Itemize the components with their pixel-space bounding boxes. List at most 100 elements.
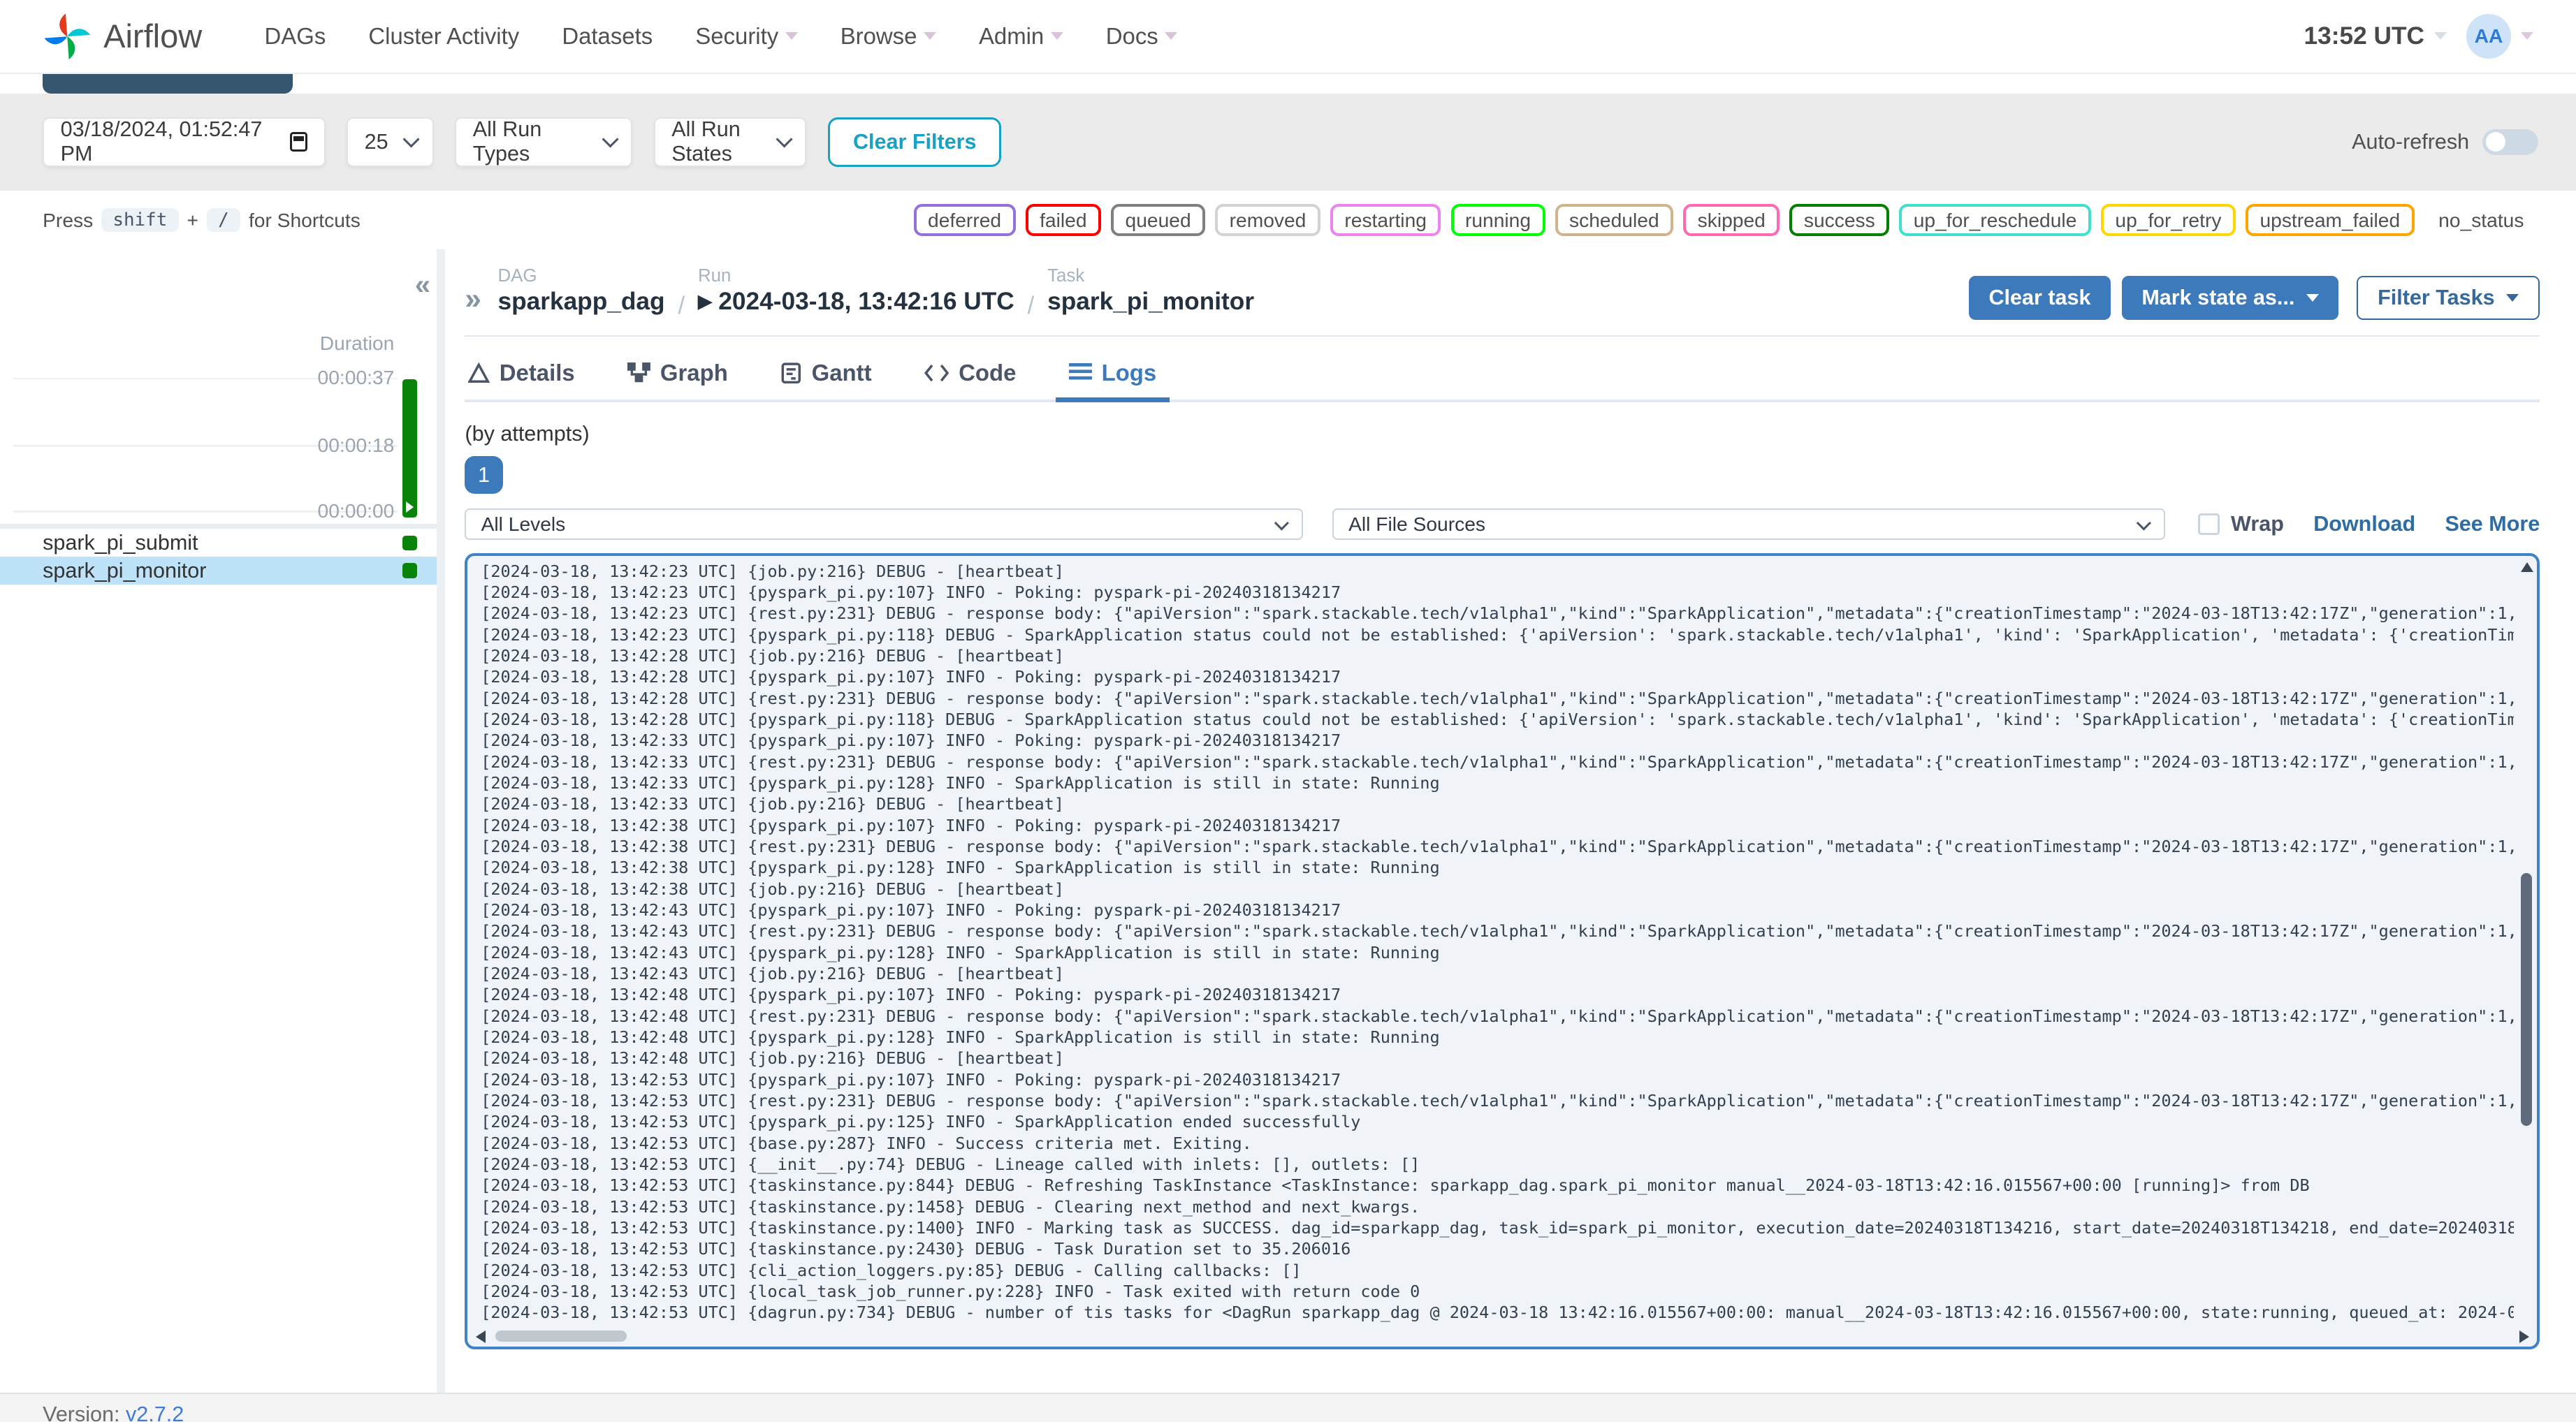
partially-hidden-button[interactable] [43, 73, 293, 94]
nav-item-docs[interactable]: Docs [1106, 23, 1178, 50]
nav-item-browse[interactable]: Browse [841, 23, 936, 50]
status-badge[interactable]: restarting [1330, 204, 1441, 236]
log-line: [2024-03-18, 13:42:53 UTC] {taskinstance… [481, 1175, 2310, 1196]
log-line: [2024-03-18, 13:42:38 UTC] {pyspark_pi.p… [481, 815, 1341, 835]
nav-item-security[interactable]: Security [695, 23, 798, 50]
base-date-input[interactable]: 03/18/2024, 01:52:47 PM [43, 117, 326, 167]
status-badge[interactable]: upstream_failed [2246, 204, 2415, 236]
avatar[interactable]: AA [2466, 14, 2511, 59]
log-line: [2024-03-18, 13:42:28 UTC] {job.py:216} … [481, 646, 1064, 666]
task-actions: Clear task Mark state as... Filter Tasks [1969, 275, 2540, 321]
clear-task-button[interactable]: Clear task [1969, 275, 2111, 321]
user-menu[interactable]: AA [2466, 14, 2533, 59]
nav-item-cluster-activity[interactable]: Cluster Activity [368, 23, 519, 50]
status-badge[interactable]: removed [1215, 204, 1320, 236]
vertical-scroll-thumb[interactable] [2520, 873, 2533, 1127]
log-line: [2024-03-18, 13:42:23 UTC] {pyspark_pi.p… [481, 582, 1341, 603]
mark-state-as-button[interactable]: Mark state as... [2122, 275, 2339, 321]
clear-filters-button[interactable]: Clear Filters [828, 117, 1002, 167]
status-badge[interactable]: up_for_retry [2100, 204, 2236, 236]
chevron-down-icon [1050, 32, 1063, 40]
status-badge[interactable]: success [1789, 204, 1890, 236]
wrap-group: Wrap [2198, 512, 2284, 536]
tab-graph[interactable]: Graph [624, 350, 731, 400]
chevron-down-icon [2506, 294, 2519, 302]
status-badge[interactable]: up_for_reschedule [1899, 204, 2091, 236]
utc-clock-dropdown[interactable]: 13:52 UTC [2304, 22, 2447, 50]
duration-tick: 00:00:18 [317, 433, 395, 456]
breadcrumb-run-label: Run [698, 265, 732, 286]
log-line: [2024-03-18, 13:42:23 UTC] {rest.py:231}… [481, 603, 2514, 624]
version-link[interactable]: v2.7.2 [126, 1402, 184, 1422]
log-levels-select[interactable]: All Levels [465, 508, 1303, 540]
log-line: [2024-03-18, 13:42:48 UTC] {pyspark_pi.p… [481, 1027, 1440, 1047]
scroll-right-icon[interactable] [2519, 1330, 2529, 1343]
collapse-sidebar-icon[interactable]: « [415, 270, 430, 301]
task-instance-square[interactable] [402, 535, 418, 550]
run-types-select[interactable]: All Run Types [455, 117, 633, 167]
scrolled-strip [0, 73, 2576, 94]
status-badge[interactable]: scheduled [1555, 204, 1674, 236]
tab-logs[interactable]: Logs [1055, 350, 1171, 403]
run-states-select[interactable]: All Run States [653, 117, 807, 167]
horizontal-scrollbar[interactable] [474, 1328, 2531, 1343]
main-content: « Duration 00:00:37 00:00:18 00:00:00 sp… [0, 249, 2576, 1393]
status-badge[interactable]: failed [1025, 204, 1101, 236]
chevron-down-icon [2306, 294, 2319, 302]
log-line: [2024-03-18, 13:42:33 UTC] {job.py:216} … [481, 794, 1064, 814]
chevron-down-icon [785, 32, 798, 40]
grid-sidebar: « Duration 00:00:37 00:00:18 00:00:00 sp… [0, 249, 437, 1393]
gantt-icon [781, 362, 801, 383]
graph-icon [627, 362, 650, 382]
sidebar-panel-divider[interactable] [437, 249, 446, 1393]
num-runs-select[interactable]: 25 [347, 117, 434, 167]
log-line: [2024-03-18, 13:42:53 UTC] {rest.py:231}… [481, 1090, 2514, 1111]
wrap-checkbox[interactable] [2198, 513, 2220, 535]
nav-item-datasets[interactable]: Datasets [562, 23, 653, 50]
nav-item-dags[interactable]: DAGs [265, 23, 326, 50]
tab-details[interactable]: Details [465, 350, 578, 400]
breadcrumb-run-value[interactable]: ▶ 2024-03-18, 13:42:16 UTC [698, 288, 1014, 316]
log-line: [2024-03-18, 13:42:28 UTC] {pyspark_pi.p… [481, 667, 1341, 687]
duration-tick: 00:00:37 [317, 366, 395, 389]
scroll-left-icon[interactable] [476, 1330, 486, 1343]
horizontal-scroll-thumb[interactable] [495, 1330, 627, 1342]
status-legend: deferred failed queued removed restartin… [913, 204, 2538, 236]
breadcrumb-run: Run ▶ 2024-03-18, 13:42:16 UTC [698, 266, 1014, 316]
breadcrumb-task-value[interactable]: spark_pi_monitor [1047, 288, 1254, 316]
dag-run-duration-bar[interactable] [402, 379, 418, 518]
log-line: [2024-03-18, 13:42:53 UTC] {local_task_j… [481, 1281, 1420, 1301]
airflow-logo[interactable]: Airflow [43, 12, 202, 61]
vertical-scrollbar[interactable] [2519, 559, 2533, 1325]
status-badge[interactable]: skipped [1683, 204, 1780, 236]
task-row-spark-pi-submit[interactable]: spark_pi_submit [0, 529, 437, 557]
tab-code[interactable]: Code [921, 350, 1019, 400]
log-lines[interactable]: [2024-03-18, 13:42:23 UTC] {job.py:216} … [481, 561, 2514, 1327]
breadcrumb-dag-value[interactable]: sparkapp_dag [497, 288, 664, 316]
status-badge[interactable]: no_status [2424, 204, 2538, 236]
breadcrumb-chevrons-icon[interactable]: » [465, 282, 481, 316]
see-more-link[interactable]: See More [2445, 512, 2540, 536]
download-link[interactable]: Download [2313, 512, 2415, 536]
log-line: [2024-03-18, 13:42:53 UTC] {cli_action_l… [481, 1260, 1302, 1280]
breadcrumb-task: Task spark_pi_monitor [1047, 266, 1254, 316]
auto-refresh-toggle[interactable] [2482, 129, 2538, 156]
breadcrumb: » DAG sparkapp_dag / Run ▶ 2024-03-18, 1… [465, 249, 2540, 335]
status-badge[interactable]: running [1450, 204, 1545, 236]
airflow-app: Airflow DAGs Cluster Activity Datasets S… [0, 0, 2576, 1422]
file-sources-select[interactable]: All File Sources [1332, 508, 2166, 540]
attempt-1-button[interactable]: 1 [465, 455, 503, 494]
status-badge[interactable]: deferred [913, 204, 1016, 236]
log-line: [2024-03-18, 13:42:28 UTC] {rest.py:231}… [481, 688, 2514, 708]
task-row-spark-pi-monitor[interactable]: spark_pi_monitor [0, 557, 437, 585]
status-badge[interactable]: queued [1111, 204, 1206, 236]
calendar-icon[interactable] [290, 132, 308, 152]
legend-row: Press shift + / for Shortcuts deferred f… [0, 190, 2576, 250]
scroll-up-icon[interactable] [2520, 562, 2533, 573]
nav-item-admin[interactable]: Admin [979, 23, 1063, 50]
log-line: [2024-03-18, 13:42:23 UTC] {pyspark_pi.p… [481, 624, 2514, 645]
filter-tasks-button[interactable]: Filter Tasks [2356, 275, 2540, 321]
task-instance-square[interactable] [402, 563, 418, 578]
tab-gantt[interactable]: Gantt [777, 350, 875, 400]
breadcrumb-separator: / [1027, 292, 1035, 320]
